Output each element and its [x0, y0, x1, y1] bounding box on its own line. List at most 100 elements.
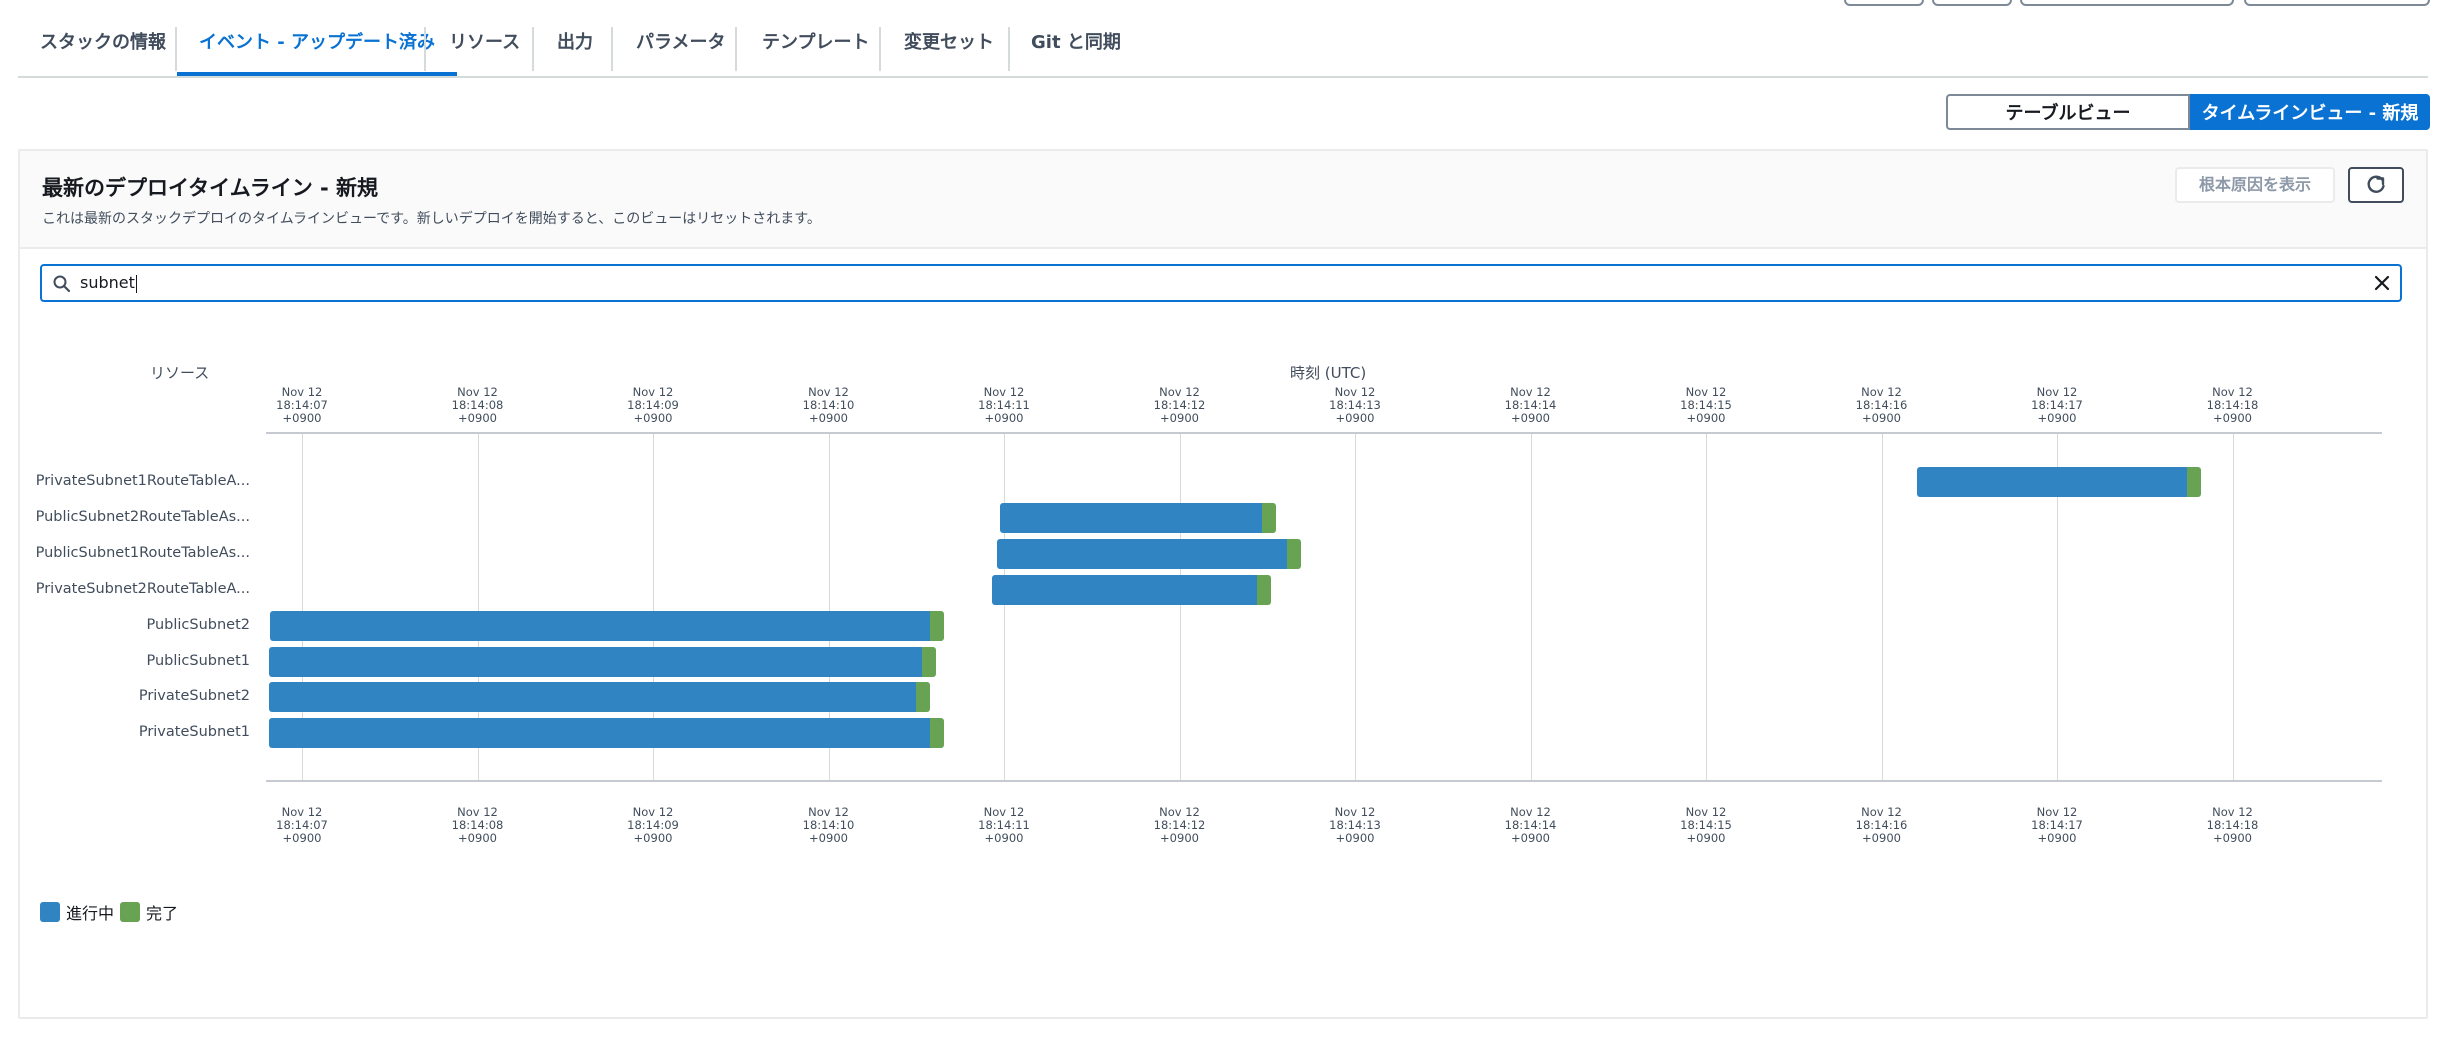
tick-tz: +0900: [809, 831, 848, 845]
tab-git-sync[interactable]: Git と同期: [1031, 0, 1121, 76]
panel-description: これは最新のスタックデプロイのタイムラインビューです。新しいデプロイを開始すると…: [42, 211, 821, 227]
tick-tz: +0900: [809, 411, 848, 425]
bar-complete[interactable]: [921, 646, 936, 677]
tick-tz: +0900: [984, 411, 1024, 425]
resource-column-header: リソース: [150, 364, 210, 382]
tab-divider: [1008, 27, 1010, 71]
root-cause-button[interactable]: 根本原因を表示: [2175, 167, 2335, 203]
search-icon: [53, 275, 71, 293]
timeline-view-button[interactable]: タイムラインビュー - 新規: [2190, 94, 2430, 130]
tick-tz: +0900: [1862, 411, 1901, 425]
tab-resources[interactable]: リソース: [449, 0, 520, 76]
resource-label: PublicSubnet1: [146, 652, 250, 669]
bar-in-progress[interactable]: [268, 682, 917, 713]
resource-label: PublicSubnet1RouteTableAs...: [35, 544, 250, 561]
tick-tz: +0900: [633, 411, 673, 425]
bottom-axis-line: [266, 780, 2382, 782]
tab-divider: [532, 27, 534, 71]
bar-in-progress[interactable]: [996, 538, 1287, 569]
top-axis-line: [266, 432, 2382, 434]
tick-tz: +0900: [1511, 831, 1550, 845]
tick-tz: +0900: [458, 831, 497, 845]
tick-label-bottom: Nov 12 18:14:18 +0900: [2188, 806, 2278, 845]
tick-label-top: Nov 12 18:14:15 +0900: [1661, 386, 1751, 425]
tab-divider: [879, 27, 881, 71]
bar-complete[interactable]: [2186, 467, 2201, 497]
tick-tz: +0900: [1511, 411, 1550, 425]
refresh-button[interactable]: [2348, 167, 2404, 203]
tick-tz: +0900: [633, 831, 673, 845]
tick-tz: +0900: [1335, 831, 1375, 845]
view-toggle: テーブルビュー タイムラインビュー - 新規: [1946, 94, 2430, 130]
tick-tz: +0900: [1862, 831, 1901, 845]
tick-label-bottom: Nov 12 18:14:12 +0900: [1135, 806, 1225, 845]
tick-label-top: Nov 12 18:14:08 +0900: [433, 386, 523, 425]
bar-complete[interactable]: [1286, 538, 1301, 569]
resource-label: PrivateSubnet1RouteTableA...: [35, 473, 250, 489]
search-input[interactable]: subnet: [40, 264, 2402, 302]
tick-label-top: Nov 12 18:14:10 +0900: [784, 386, 874, 425]
gridline: [1179, 432, 1181, 780]
tab-divider: [735, 27, 737, 71]
bar-complete[interactable]: [916, 682, 931, 713]
gridline: [1881, 432, 1883, 780]
tab-stack-info[interactable]: スタックの情報: [40, 0, 166, 76]
tab-parameters[interactable]: パラメータ: [636, 0, 725, 76]
gridline: [1004, 432, 1005, 780]
tab-events[interactable]: イベント - アップデート済み: [177, 0, 458, 76]
legend-label-complete: 完了: [146, 904, 179, 923]
resource-label: PrivateSubnet2: [138, 688, 250, 705]
gridline: [2232, 432, 2234, 780]
tick-label-top: Nov 12 18:14:12 +0900: [1135, 386, 1225, 425]
time-axis-header: 時刻 (UTC): [1290, 364, 1367, 382]
legend-swatch-complete: [120, 902, 141, 922]
tick-label-top: Nov 12 18:14:07 +0900: [257, 386, 347, 425]
tick-tz: +0900: [1686, 831, 1726, 845]
tick-label-top: Nov 12 18:14:18 +0900: [2188, 386, 2278, 425]
tick-tz: +0900: [1160, 831, 1199, 845]
legend-swatch-in-progress: [40, 902, 60, 922]
gridline: [1530, 432, 1532, 780]
tick-label-bottom: Nov 12 18:14:14 +0900: [1486, 806, 1576, 845]
close-icon[interactable]: [2372, 273, 2392, 293]
bar-in-progress[interactable]: [268, 718, 931, 749]
tick-tz: +0900: [282, 411, 322, 425]
tick-label-bottom: Nov 12 18:14:11 +0900: [959, 806, 1049, 845]
tick-label-bottom: Nov 12 18:14:13 +0900: [1310, 806, 1400, 845]
bar-complete[interactable]: [1256, 574, 1271, 605]
bar-in-progress[interactable]: [270, 610, 931, 641]
bar-in-progress[interactable]: [268, 646, 922, 677]
refresh-icon: [2367, 175, 2385, 193]
tick-tz: +0900: [458, 411, 497, 425]
table-view-button[interactable]: テーブルビュー: [1946, 94, 2190, 130]
gridline: [1355, 432, 1356, 780]
panel-title: 最新のデプロイタイムライン - 新規: [42, 176, 379, 200]
tab-divider: [424, 27, 426, 71]
tick-tz: +0900: [2213, 411, 2252, 425]
panel-header: 最新のデプロイタイムライン - 新規 これは最新のスタックデプロイのタイムライン…: [20, 151, 2426, 249]
bar-in-progress[interactable]: [991, 574, 1257, 605]
tick-label-bottom: Nov 12 18:14:08 +0900: [433, 806, 523, 845]
resource-label: PublicSubnet2RouteTableAs...: [35, 508, 250, 525]
tick-label-bottom: Nov 12 18:14:16 +0900: [1837, 806, 1927, 845]
tab-change-sets[interactable]: 変更セット: [904, 0, 994, 76]
resource-label: PublicSubnet2: [146, 616, 250, 633]
tab-divider: [611, 27, 613, 71]
bar-complete[interactable]: [930, 718, 945, 749]
tick-label-top: Nov 12 18:14:11 +0900: [959, 386, 1049, 425]
tick-label-top: Nov 12 18:14:13 +0900: [1310, 386, 1400, 425]
legend-label-in-progress: 進行中: [66, 904, 115, 923]
tab-template[interactable]: テンプレート: [762, 0, 869, 76]
bar-in-progress[interactable]: [1000, 502, 1262, 533]
tick-label-top: Nov 12 18:14:14 +0900: [1486, 386, 1576, 425]
bar-in-progress[interactable]: [1916, 467, 2187, 497]
tick-label-top: Nov 12 18:14:09 +0900: [608, 386, 698, 425]
bar-complete[interactable]: [1261, 502, 1277, 533]
tab-outputs[interactable]: 出力: [557, 0, 593, 76]
tick-tz: +0900: [984, 831, 1024, 845]
bar-complete[interactable]: [930, 610, 945, 641]
tick-tz: +0900: [1335, 411, 1375, 425]
tick-label-top: Nov 12 18:14:16 +0900: [1837, 386, 1927, 425]
search-value: subnet: [80, 273, 137, 293]
tick-label-top: Nov 12 18:14:17 +0900: [2012, 386, 2102, 425]
